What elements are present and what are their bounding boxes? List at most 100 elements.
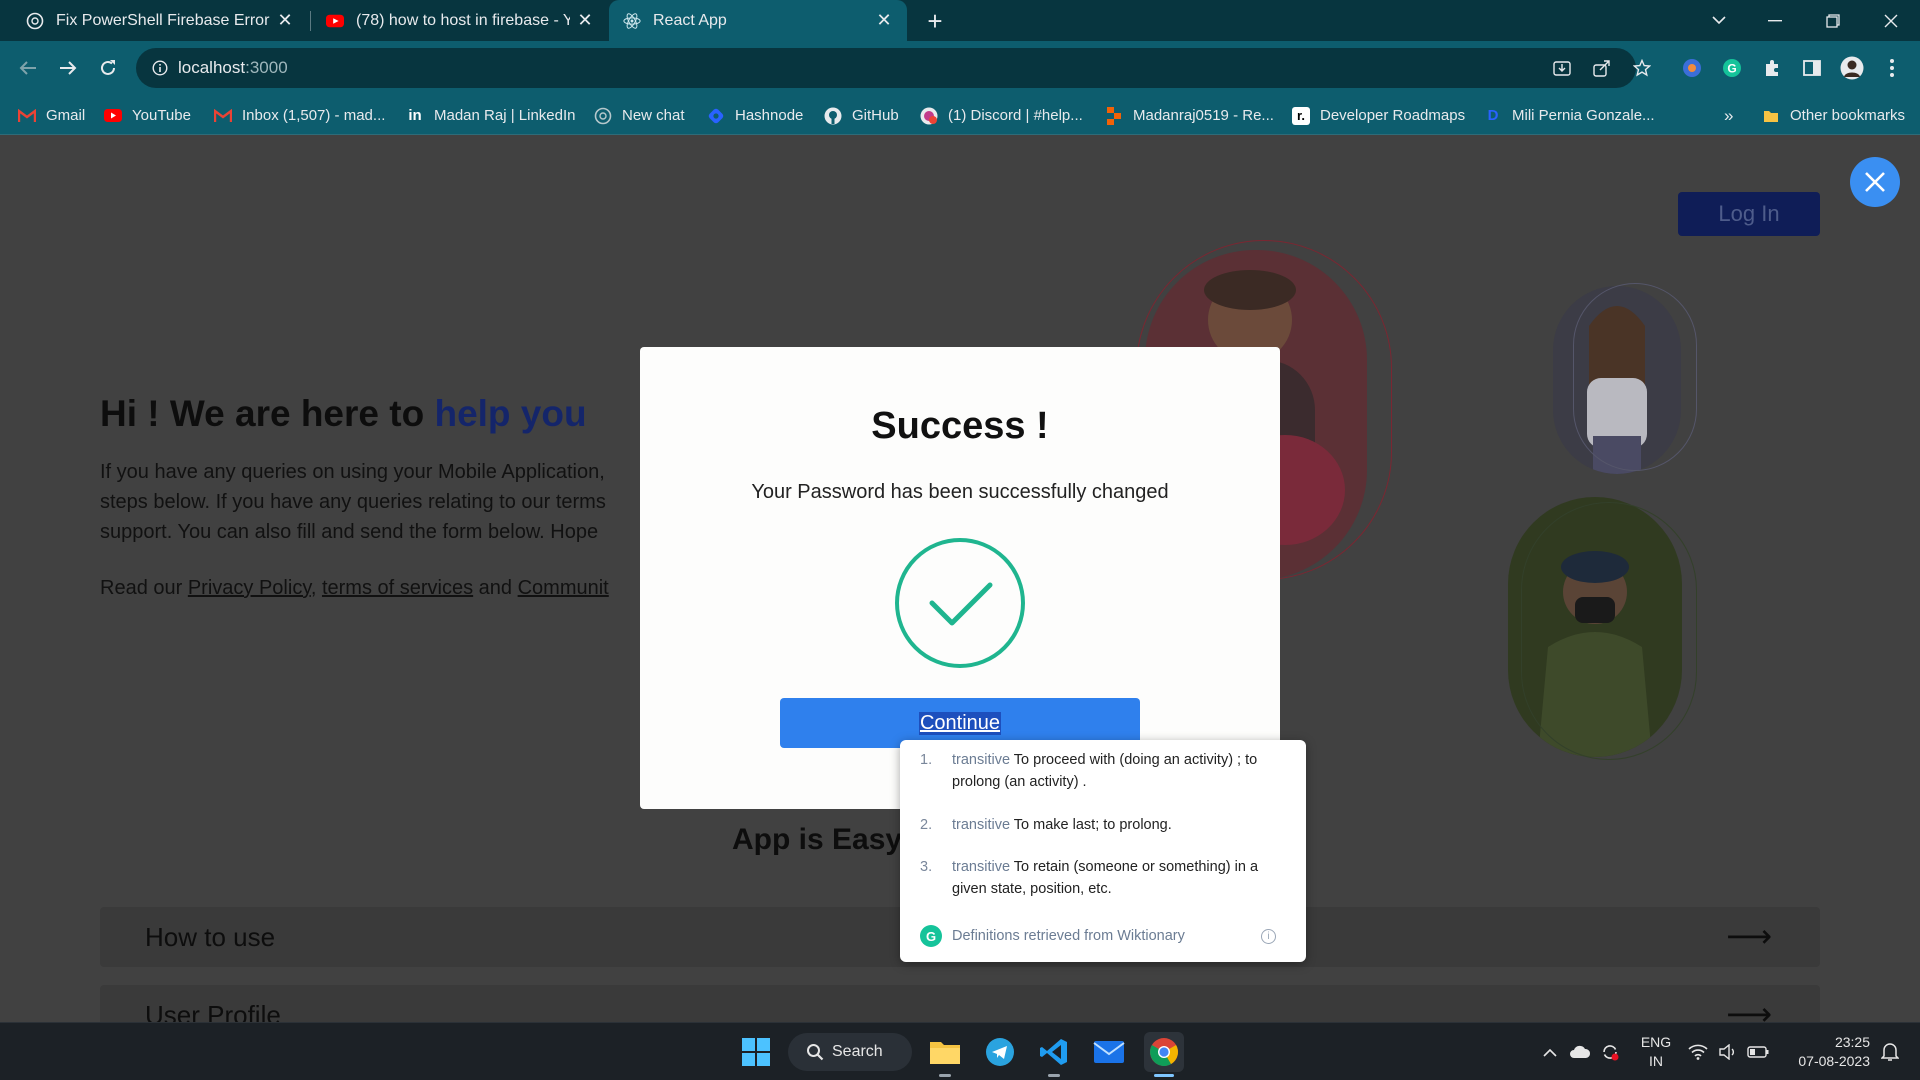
tab-react-app[interactable]: React App ✕ [609, 0, 907, 41]
share-icon[interactable] [1590, 56, 1614, 80]
telegram-icon[interactable] [980, 1032, 1020, 1072]
bookmark-label: Mili Pernia Gonzale... [1512, 107, 1655, 124]
bookmark-label: Other bookmarks [1790, 107, 1906, 124]
tab-title: (78) how to host in firebase - You [356, 11, 570, 29]
tab-youtube[interactable]: (78) how to host in firebase - You ✕ [312, 0, 608, 41]
youtube-icon [104, 107, 122, 125]
extensions-puzzle-icon[interactable] [1758, 54, 1786, 82]
bookmark-label: (1) Discord | #help... [948, 107, 1083, 124]
privacy-policy-link[interactable]: Privacy Policy [188, 577, 311, 599]
folder-icon [1762, 107, 1780, 125]
dictionary-source[interactable]: Definitions retrieved from Wiktionary [952, 928, 1185, 944]
language-code: ENG [1640, 1034, 1672, 1050]
success-check-icon [895, 538, 1025, 668]
new-tab-button[interactable]: + [920, 6, 950, 36]
bookmark-gmail[interactable]: Gmail [18, 96, 85, 135]
search-icon [807, 1044, 824, 1061]
gmail-icon [214, 107, 232, 125]
chevron-up-icon[interactable] [1538, 1023, 1562, 1080]
clock[interactable]: 23:25 07-08-2023 [1780, 1033, 1870, 1071]
bookmark-youtube[interactable]: YouTube [104, 96, 191, 135]
bookmark-discord[interactable]: (1) Discord | #help... [920, 96, 1083, 135]
wifi-icon[interactable] [1684, 1023, 1712, 1080]
modal-message: Your Password has been successfully chan… [751, 481, 1169, 503]
definition-number: 1. [920, 752, 933, 768]
links-prefix: Read our [100, 577, 188, 599]
address-bar[interactable]: localhost:3000 [136, 48, 1651, 88]
menu-kebab-icon[interactable] [1878, 54, 1906, 82]
forward-icon[interactable] [54, 54, 82, 82]
volume-icon[interactable] [1714, 1023, 1742, 1080]
close-icon[interactable]: ✕ [276, 10, 294, 30]
install-app-icon[interactable] [1550, 56, 1574, 80]
bookmark-replit[interactable]: Madanraj0519 - Re... [1105, 96, 1274, 135]
browser-toolbar: localhost:3000 G [0, 41, 1920, 96]
vscode-icon[interactable] [1034, 1032, 1074, 1077]
bookmark-star-icon[interactable] [1630, 56, 1654, 80]
linkedin-icon: in [406, 106, 424, 125]
start-button[interactable] [736, 1032, 776, 1072]
tab-fix-powershell[interactable]: Fix PowerShell Firebase Error ✕ [12, 0, 308, 41]
community-link[interactable]: Communit [518, 577, 609, 599]
side-panel-icon[interactable] [1798, 54, 1826, 82]
back-icon[interactable] [14, 54, 42, 82]
close-icon[interactable]: ✕ [875, 10, 893, 30]
bookmark-label: New chat [622, 107, 685, 124]
bookmark-hashnode[interactable]: Hashnode [707, 96, 803, 135]
accordion-user-profile[interactable]: User Profile ⟶ [100, 985, 1820, 1022]
definition-item: 1. transitive To proceed with (doing an … [920, 749, 1290, 793]
reload-icon[interactable] [94, 54, 122, 82]
youtube-icon [326, 12, 344, 30]
region-code: IN [1649, 1053, 1663, 1069]
file-explorer-icon[interactable] [925, 1032, 965, 1077]
hashnode-icon [707, 107, 725, 125]
bookmark-github[interactable]: GitHub [824, 96, 899, 135]
grammarly-icon[interactable]: G [1718, 54, 1746, 82]
window-close-icon[interactable] [1869, 0, 1913, 41]
other-bookmarks[interactable]: Other bookmarks [1762, 96, 1905, 135]
bookmark-linkedin[interactable]: in Madan Raj | LinkedIn [406, 96, 575, 135]
bookmarks-overflow-button[interactable]: » [1724, 96, 1733, 135]
bookmark-inbox[interactable]: Inbox (1,507) - mad... [214, 96, 385, 135]
info-icon[interactable]: i [1261, 928, 1276, 944]
minimize-icon[interactable] [1753, 0, 1797, 41]
sync-icon[interactable] [1596, 1023, 1624, 1080]
mail-icon[interactable] [1089, 1032, 1129, 1072]
bookmark-label: GitHub [852, 107, 899, 124]
notification-bell-icon[interactable] [1876, 1023, 1904, 1080]
tab-search-icon[interactable] [1697, 0, 1741, 41]
bookmark-mili[interactable]: D Mili Pernia Gonzale... [1484, 96, 1655, 135]
chatgpt-icon [26, 12, 44, 30]
extension-shield-icon[interactable] [1678, 54, 1706, 82]
login-button[interactable]: Log In [1678, 192, 1820, 236]
bookmarks-bar: Gmail YouTube Inbox (1,507) - mad... in … [0, 96, 1920, 135]
modal-title: Success ! [871, 405, 1049, 447]
tab-separator [310, 11, 311, 31]
bookmark-new-chat[interactable]: New chat [594, 96, 685, 135]
battery-icon[interactable] [1744, 1023, 1772, 1080]
chrome-icon[interactable] [1144, 1032, 1184, 1077]
avatar-ring [1521, 502, 1697, 760]
language-indicator[interactable]: ENG IN [1634, 1033, 1678, 1071]
restore-icon[interactable] [1811, 0, 1855, 41]
profile-avatar[interactable] [1838, 54, 1866, 82]
url-host: localhost [178, 58, 246, 77]
taskbar: Search ENG IN 23:25 07-08-2023 [0, 1022, 1920, 1080]
clock-date: 07-08-2023 [1798, 1053, 1870, 1069]
svg-text:G: G [1727, 62, 1736, 76]
info-icon[interactable] [148, 56, 172, 80]
taskbar-search[interactable]: Search [788, 1033, 912, 1071]
hero-text-line: If you have any queries on using your Mo… [100, 461, 605, 483]
close-icon[interactable]: ✕ [576, 10, 594, 30]
hero-description: If you have any queries on using your Mo… [100, 457, 660, 547]
bookmark-label: Developer Roadmaps [1320, 107, 1466, 124]
definition-number: 3. [920, 859, 933, 875]
onedrive-icon[interactable] [1566, 1023, 1594, 1080]
bookmark-roadmaps[interactable]: r. Developer Roadmaps [1292, 96, 1465, 135]
bookmark-label: Madanraj0519 - Re... [1133, 107, 1274, 124]
terms-of-services-link[interactable]: terms of services [322, 577, 473, 599]
search-label: Search [832, 1043, 883, 1060]
close-modal-button[interactable] [1850, 157, 1900, 207]
tab-strip: Fix PowerShell Firebase Error ✕ (78) how… [0, 0, 1920, 41]
running-indicator [1048, 1074, 1060, 1077]
